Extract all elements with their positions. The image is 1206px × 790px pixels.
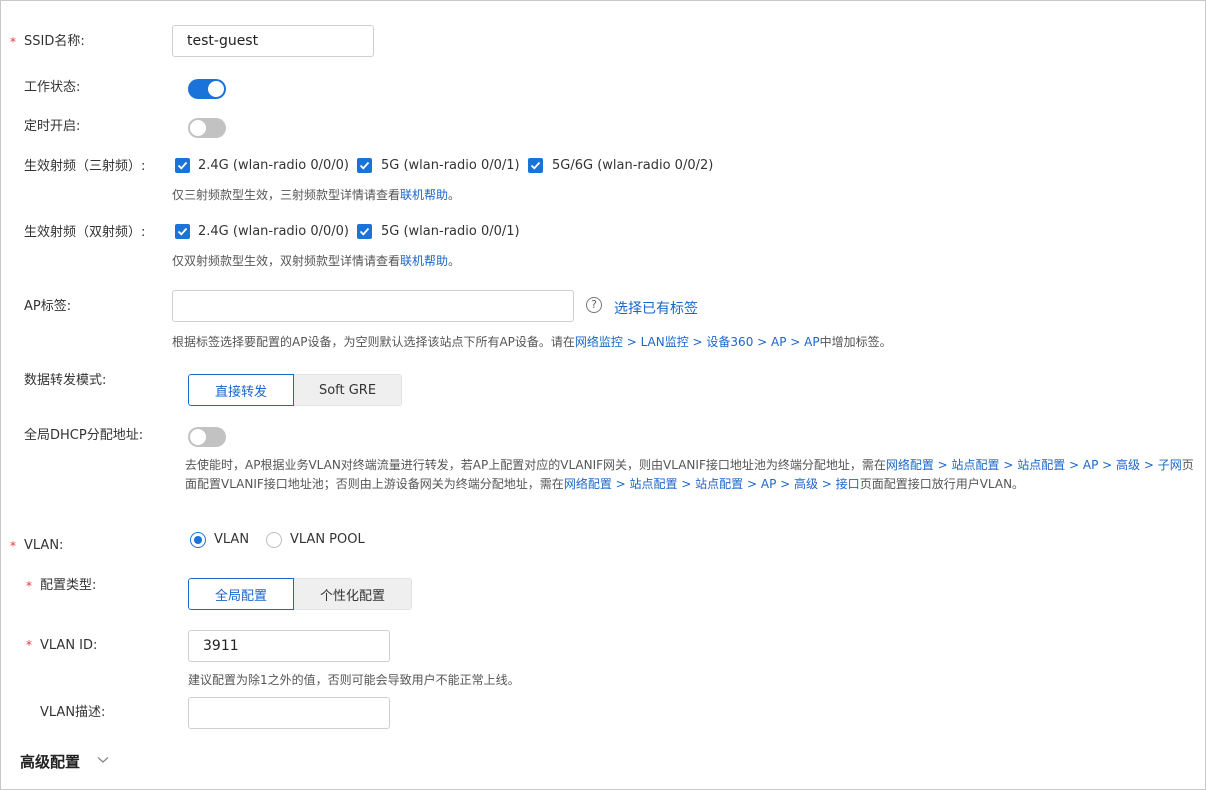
- ap-tag-input[interactable]: [172, 290, 574, 322]
- config-global-option[interactable]: 全局配置: [188, 578, 294, 610]
- forward-direct-option[interactable]: 直接转发: [188, 374, 294, 406]
- work-status-label: 工作状态:: [24, 80, 81, 95]
- vlan-desc-input[interactable]: [188, 697, 390, 729]
- forward-mode-segment: 直接转发 Soft GRE: [188, 374, 402, 406]
- config-type-label: 配置类型:: [40, 578, 97, 593]
- vlan-id-label: VLAN ID:: [40, 638, 98, 653]
- ssid-input[interactable]: [172, 25, 374, 57]
- checkbox-dual-24g[interactable]: [175, 224, 190, 239]
- checkbox-label: 5G (wlan-radio 0/0/1): [381, 224, 520, 239]
- vlan-pool-radio[interactable]: [266, 532, 282, 548]
- scheduled-label: 定时开启:: [24, 119, 81, 134]
- checkbox-label: 2.4G (wlan-radio 0/0/0): [198, 224, 349, 239]
- dhcp-label: 全局DHCP分配地址:: [24, 428, 144, 443]
- required-mark: *: [26, 579, 32, 593]
- vlan-id-hint: 建议配置为除1之外的值，否则可能会导致用户不能正常上线。: [188, 673, 520, 687]
- checkbox-label: 2.4G (wlan-radio 0/0/0): [198, 158, 349, 173]
- ap-tag-path-link[interactable]: 网络监控 > LAN监控 > 设备360 > AP > AP: [575, 335, 820, 349]
- advanced-config-title[interactable]: 高级配置: [20, 751, 80, 772]
- check-icon: [530, 161, 541, 170]
- check-icon: [359, 227, 370, 236]
- required-mark: *: [10, 539, 16, 553]
- dhcp-toggle[interactable]: [188, 427, 226, 447]
- checkbox-tri-24g[interactable]: [175, 158, 190, 173]
- help-icon[interactable]: ?: [586, 297, 602, 313]
- scheduled-toggle[interactable]: [188, 118, 226, 138]
- radio-label: VLAN: [214, 532, 250, 547]
- vlan-id-input[interactable]: [188, 630, 390, 662]
- vlan-radio[interactable]: [190, 532, 206, 548]
- ap-tag-hint: 根据标签选择要配置的AP设备，为空则默认选择该站点下所有AP设备。请在网络监控 …: [172, 335, 892, 349]
- ap-tag-label: AP标签:: [24, 299, 72, 314]
- required-mark: *: [26, 638, 32, 652]
- online-help-link[interactable]: 联机帮助: [400, 188, 448, 202]
- checkbox-tri-5g[interactable]: [357, 158, 372, 173]
- ssid-label: SSID名称:: [24, 34, 85, 49]
- forward-softgre-option[interactable]: Soft GRE: [294, 374, 402, 406]
- vlan-desc-label: VLAN描述:: [40, 705, 106, 720]
- radio-dual-hint: 仅双射频款型生效，双射频款型详情请查看联机帮助。: [172, 254, 461, 268]
- check-icon: [177, 161, 188, 170]
- checkbox-label: 5G (wlan-radio 0/0/1): [381, 158, 520, 173]
- config-type-segment: 全局配置 个性化配置: [188, 578, 412, 610]
- radio-tri-hint: 仅三射频款型生效，三射频款型详情请查看联机帮助。: [172, 188, 461, 202]
- chevron-down-icon[interactable]: [97, 756, 109, 764]
- required-mark: *: [10, 35, 16, 49]
- form-panel: * SSID名称: 工作状态: 定时开启: 生效射频（三射频）: 2.4G (w…: [0, 0, 1206, 790]
- checkbox-tri-5g6g[interactable]: [528, 158, 543, 173]
- radio-tri-label: 生效射频（三射频）:: [24, 159, 146, 174]
- checkbox-label: 5G/6G (wlan-radio 0/0/2): [552, 158, 714, 173]
- checkbox-dual-5g[interactable]: [357, 224, 372, 239]
- radio-dual-label: 生效射频（双射频）:: [24, 225, 146, 240]
- dhcp-description: 去使能时，AP根据业务VLAN对终端流量进行转发，若AP上配置对应的VLANIF…: [185, 458, 1194, 491]
- check-icon: [359, 161, 370, 170]
- select-tag-link[interactable]: 选择已有标签: [614, 298, 698, 318]
- subnet-path-link[interactable]: 网络配置 > 站点配置 > 站点配置 > AP > 高级 > 子网: [886, 458, 1182, 472]
- interface-path-link[interactable]: 网络配置 > 站点配置 > 站点配置 > AP > 高级 > 接口: [564, 477, 860, 491]
- check-icon: [177, 227, 188, 236]
- online-help-link[interactable]: 联机帮助: [400, 254, 448, 268]
- work-status-toggle[interactable]: [188, 79, 226, 99]
- forward-mode-label: 数据转发模式:: [24, 373, 107, 388]
- radio-label: VLAN POOL: [290, 532, 365, 547]
- vlan-label: VLAN:: [24, 538, 64, 553]
- config-custom-option[interactable]: 个性化配置: [294, 578, 412, 610]
